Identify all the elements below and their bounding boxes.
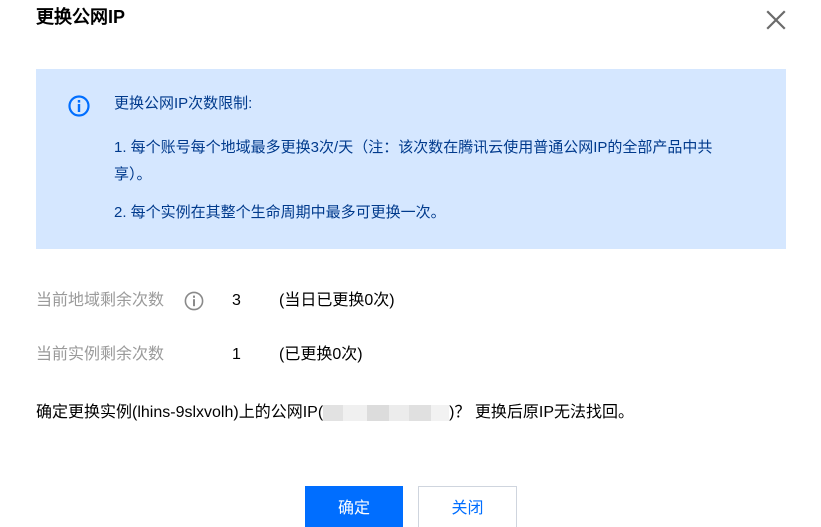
notice-item-daily-limit: 1. 每个账号每个地域最多更换3次/天（注：该次数在腾讯云使用普通公网IP的全部… — [114, 139, 713, 183]
notice-item-lifetime-limit: 2. 每个实例在其整个生命周期中最多可更换一次。 — [114, 204, 446, 221]
region-remaining-label: 当前地域剩余次数 — [36, 292, 165, 309]
confirm-message-suffix: )？ 更换后原IP无法找回。 — [449, 404, 635, 421]
confirm-button[interactable]: 确定 — [305, 486, 403, 527]
notice-title: 更换公网IP次数限制: — [114, 95, 253, 112]
instance-remaining-note: (已更换0次) — [279, 346, 363, 363]
close-button[interactable] — [764, 8, 788, 32]
close-icon — [766, 10, 786, 30]
region-remaining-note: (当日已更换0次) — [279, 292, 395, 309]
region-remaining-value: 3 — [232, 292, 241, 309]
instance-remaining-label: 当前实例剩余次数 — [36, 346, 165, 363]
info-icon — [68, 95, 90, 117]
masked-ip-address — [323, 403, 450, 423]
close-dialog-button[interactable]: 关闭 — [418, 486, 517, 527]
instance-remaining-value: 1 — [232, 346, 241, 363]
dialog-title: 更换公网IP — [36, 7, 126, 27]
confirm-message: 确定更换实例(lhins-9slxvolh)上的公网IP( )？ 更换后原IP无… — [36, 401, 634, 425]
change-public-ip-dialog: 更换公网IP 更换公网IP次数限制: 1. 每个账号每个地域最多更换3次/天（注… — [0, 0, 821, 527]
limit-notice: 更换公网IP次数限制: 1. 每个账号每个地域最多更换3次/天（注：该次数在腾讯… — [36, 69, 786, 249]
question-circle-icon[interactable] — [184, 291, 204, 311]
confirm-message-prefix: 确定更换实例(lhins-9slxvolh)上的公网IP( — [36, 404, 324, 421]
